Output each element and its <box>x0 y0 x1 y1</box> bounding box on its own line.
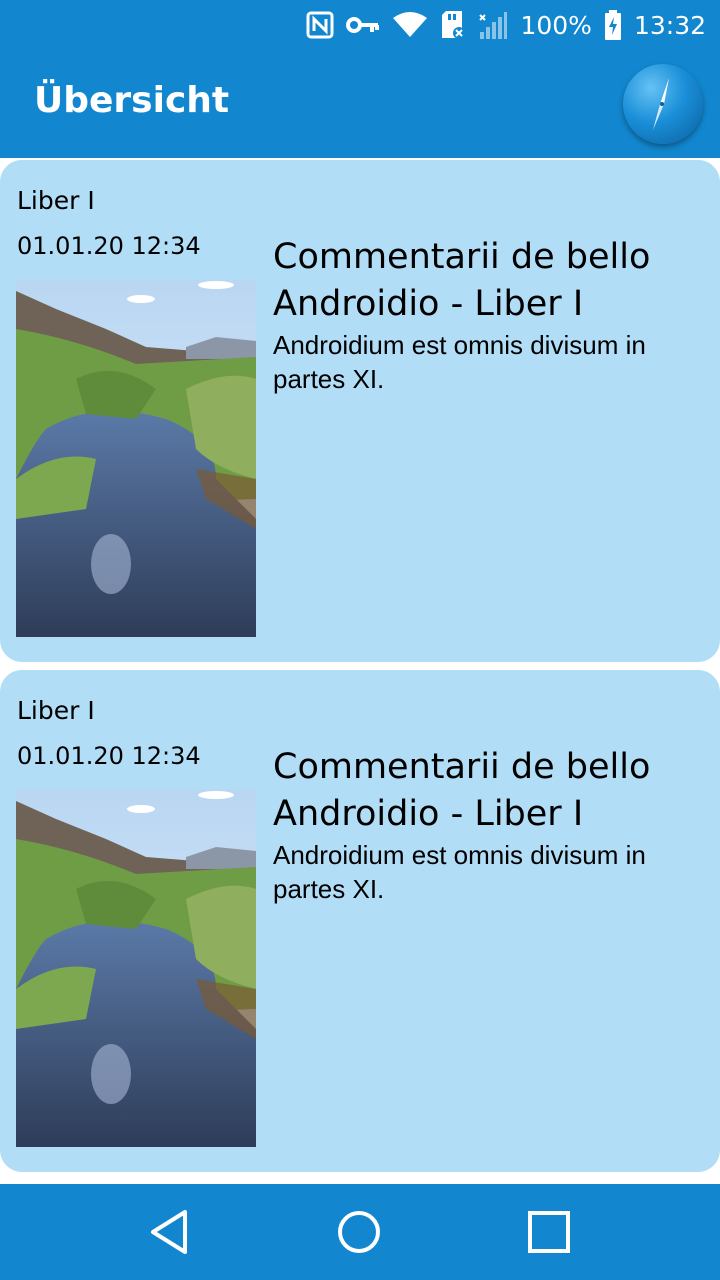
recents-button[interactable] <box>523 1206 575 1258</box>
compass-button[interactable] <box>623 64 703 144</box>
article-category: Liber I <box>17 186 95 215</box>
back-icon <box>151 1210 187 1254</box>
compass-icon <box>653 78 669 130</box>
home-button[interactable] <box>333 1206 385 1258</box>
article-teaser: Androidium est omnis divisum in partes X… <box>273 330 646 394</box>
app-bar: Übersicht <box>0 50 720 158</box>
article-card[interactable]: Liber I 01.01.20 12:34 Commentarii de be… <box>0 160 720 662</box>
article-date: 01.01.20 12:34 <box>17 232 201 260</box>
article-teaser: Androidium est omnis divisum in partes X… <box>273 840 646 904</box>
article-title: Commentarii de bello Androidio - Liber I <box>273 747 651 834</box>
article-category: Liber I <box>17 696 95 725</box>
battery-charging-icon <box>604 10 622 40</box>
article-date: 01.01.20 12:34 <box>17 742 201 770</box>
status-bar: 100% 13:32 <box>0 0 720 50</box>
article-image <box>16 789 256 1147</box>
back-button[interactable] <box>145 1206 197 1258</box>
sd-card-icon <box>440 10 466 40</box>
recents-icon <box>528 1211 570 1253</box>
article-list[interactable]: Liber I 01.01.20 12:34 Commentarii de be… <box>0 158 720 1184</box>
home-icon <box>338 1211 380 1253</box>
nfc-icon <box>306 10 334 40</box>
article-title: Commentarii de bello Androidio - Liber I <box>273 237 651 324</box>
navigation-bar <box>0 1184 720 1280</box>
wifi-icon <box>392 10 428 40</box>
vpn-key-icon <box>346 10 380 40</box>
page-title: Übersicht <box>34 80 230 121</box>
article-image <box>16 279 256 637</box>
cell-signal-icon <box>478 10 508 40</box>
article-card[interactable]: Liber I 01.01.20 12:34 Commentarii de be… <box>0 670 720 1172</box>
battery-percentage: 100% <box>520 10 592 40</box>
status-time: 13:32 <box>633 10 706 40</box>
